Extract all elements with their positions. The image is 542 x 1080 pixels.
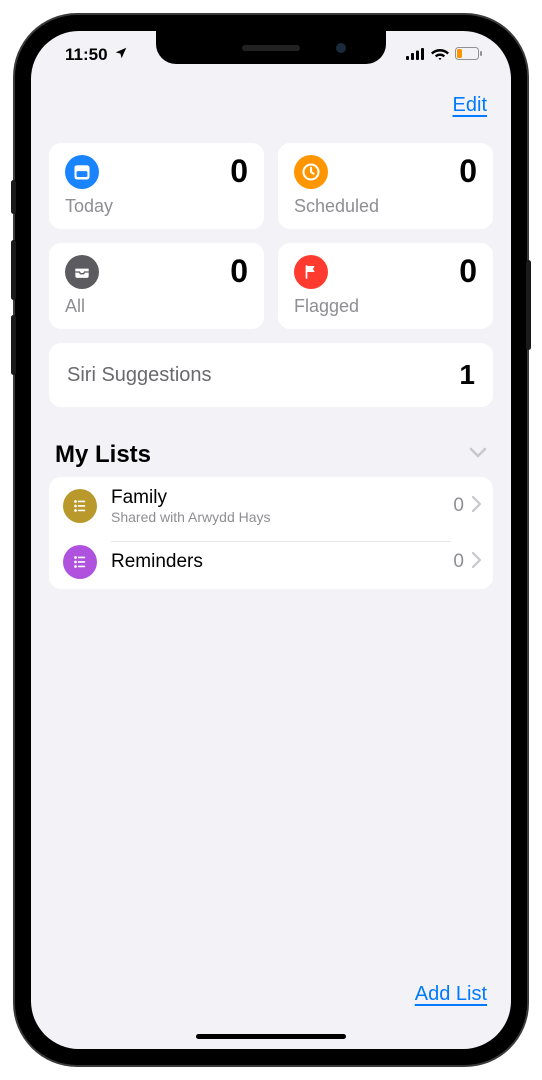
card-scheduled-label: Scheduled [294,196,477,217]
home-indicator[interactable] [196,1034,346,1039]
card-all-label: All [65,296,248,317]
siri-label: Siri Suggestions [67,364,212,387]
section-title: My Lists [55,441,151,469]
list-count: 0 [453,495,464,517]
card-all-count: 0 [230,253,248,290]
section-header-mylists[interactable]: My Lists [49,441,493,477]
clock-icon [294,155,328,189]
list-title: Reminders [111,551,439,573]
flag-icon [294,255,328,289]
card-today-count: 0 [230,153,248,190]
siri-count: 1 [459,359,475,391]
chevron-down-icon [469,446,487,464]
calendar-icon [65,155,99,189]
list-subtitle: Shared with Arwydd Hays [111,509,439,525]
list-count: 0 [453,551,464,573]
card-flagged-count: 0 [459,253,477,290]
add-list-button[interactable]: Add List [415,983,487,1006]
battery-icon [455,45,483,65]
card-flagged-label: Flagged [294,296,477,317]
navbar: Edit [31,79,511,131]
list-item-family[interactable]: Family Shared with Arwydd Hays 0 [49,477,493,535]
card-scheduled[interactable]: 0 Scheduled [278,143,493,229]
list-bullet-icon [63,545,97,579]
cellular-icon [406,45,425,65]
list-item-reminders[interactable]: Reminders 0 [49,535,493,589]
status-time: 11:50 [65,45,108,65]
card-flagged[interactable]: 0 Flagged [278,243,493,329]
card-today-label: Today [65,196,248,217]
list-container: Family Shared with Arwydd Hays 0 [49,477,493,589]
location-icon [114,45,128,65]
siri-suggestions-row[interactable]: Siri Suggestions 1 [49,343,493,407]
edit-button[interactable]: Edit [453,94,487,117]
chevron-right-icon [472,552,481,573]
card-scheduled-count: 0 [459,153,477,190]
list-title: Family [111,487,439,509]
card-all[interactable]: 0 All [49,243,264,329]
chevron-right-icon [472,496,481,517]
wifi-icon [431,45,449,65]
tray-icon [65,255,99,289]
card-today[interactable]: 0 Today [49,143,264,229]
list-bullet-icon [63,489,97,523]
